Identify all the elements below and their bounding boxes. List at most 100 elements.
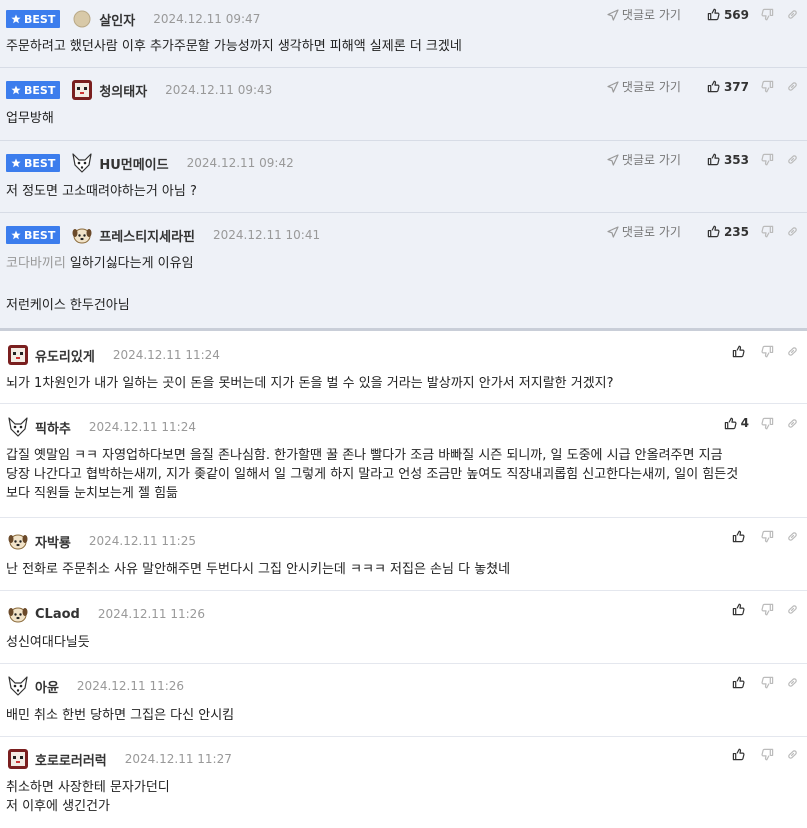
avatar[interactable]	[6, 343, 30, 367]
share-link-button[interactable]	[786, 530, 799, 543]
dislike-button[interactable]	[761, 530, 774, 543]
nickname[interactable]: 픽하추	[35, 418, 71, 437]
comment-date: 2024.12.11 11:27	[124, 752, 232, 766]
best-comment: BEST HU먼메이드 2024.12.11 09:42 댓글로 가기 353 …	[0, 141, 807, 213]
fox-avatar-icon	[8, 417, 28, 437]
send-icon	[607, 153, 619, 166]
link-icon	[788, 750, 797, 759]
share-link-button[interactable]	[786, 676, 799, 689]
avatar[interactable]	[6, 602, 30, 626]
share-link-button[interactable]	[786, 417, 799, 430]
avatar[interactable]	[6, 529, 30, 553]
reply-link[interactable]: 댓글로 가기	[607, 78, 681, 95]
nickname[interactable]: 아윤	[35, 677, 59, 696]
dislike-button[interactable]	[761, 345, 774, 358]
comment-actions: 댓글로 가기 235	[607, 223, 799, 240]
reply-link[interactable]: 댓글로 가기	[607, 223, 681, 240]
dislike-button[interactable]	[761, 417, 774, 430]
avatar[interactable]	[6, 415, 30, 439]
like-button[interactable]: 235	[707, 225, 749, 239]
dislike-button[interactable]	[761, 225, 774, 238]
reply-link[interactable]: 댓글로 가기	[607, 6, 681, 23]
dislike-button[interactable]	[761, 603, 774, 616]
thumbs-up-icon	[732, 530, 745, 543]
comment-body: 뇌가 1차원인가 내가 일하는 곳이 돈을 못버는데 지가 돈을 벌 수 있을 …	[6, 376, 614, 391]
thumbs-up-icon	[732, 345, 745, 358]
thumbs-down-icon	[761, 530, 774, 543]
avatar[interactable]	[6, 747, 30, 771]
nickname[interactable]: HU먼메이드	[99, 154, 168, 173]
comment-list: BEST 살인자 2024.12.11 09:47 댓글로 가기 569 주문하…	[0, 0, 807, 828]
like-button[interactable]	[732, 603, 749, 616]
link-icon	[788, 10, 797, 19]
thumbs-up-icon	[707, 80, 720, 93]
nickname[interactable]: 청의태자	[99, 81, 147, 100]
star-icon	[11, 230, 21, 240]
star-icon	[11, 85, 21, 95]
thumbs-up-icon	[707, 153, 720, 166]
avatar[interactable]	[70, 7, 94, 31]
avatar[interactable]	[70, 78, 94, 102]
comment-header: CLaod 2024.12.11 11:26	[6, 602, 205, 626]
comment-body: 배민 취소 한번 당하면 그집은 다신 안시킴	[6, 708, 235, 723]
best-badge: BEST	[6, 81, 61, 99]
comment-header: 호로로러러럭 2024.12.11 11:27	[6, 747, 232, 771]
reply-link[interactable]: 댓글로 가기	[607, 151, 681, 168]
share-link-button[interactable]	[786, 345, 799, 358]
thumbs-down-icon	[761, 225, 774, 238]
dislike-button[interactable]	[761, 8, 774, 21]
like-button[interactable]	[732, 345, 749, 358]
nickname[interactable]: CLaod	[35, 607, 80, 622]
comment-item: 유도리있게 2024.12.11 11:24 뇌가 1차원인가 내가 일하는 곳…	[0, 331, 807, 404]
comment-actions: 4	[712, 416, 799, 430]
like-button[interactable]	[732, 676, 749, 689]
pixel-face-avatar-icon	[8, 749, 28, 769]
avatar[interactable]	[70, 223, 94, 247]
comment-header: 자박룡 2024.12.11 11:25	[6, 529, 196, 553]
link-icon	[788, 347, 797, 356]
share-link-button[interactable]	[786, 603, 799, 616]
like-button[interactable]: 353	[707, 153, 749, 167]
thumbs-up-icon	[707, 225, 720, 238]
thumbs-up-icon	[732, 603, 745, 616]
nickname[interactable]: 호로로러러럭	[35, 750, 107, 769]
comment-item: 자박룡 2024.12.11 11:25 난 전화로 주문취소 사유 말안해주면…	[0, 518, 807, 591]
comment-header: 픽하추 2024.12.11 11:24	[6, 415, 196, 439]
share-link-button[interactable]	[786, 8, 799, 21]
link-icon	[788, 678, 797, 687]
dislike-button[interactable]	[761, 80, 774, 93]
comment-body: 코다바끼리 일하기싫다는게 이유임 저런케이스 한두건아님	[6, 256, 194, 313]
avatar[interactable]	[6, 674, 30, 698]
best-badge: BEST	[6, 10, 61, 28]
nickname[interactable]: 프레스티지세라핀	[99, 226, 195, 245]
send-icon	[607, 80, 619, 93]
nickname[interactable]: 살인자	[99, 10, 135, 29]
dislike-button[interactable]	[761, 676, 774, 689]
link-icon	[788, 605, 797, 614]
nickname[interactable]: 유도리있게	[35, 346, 95, 365]
thumbs-down-icon	[761, 345, 774, 358]
thumbs-down-icon	[761, 153, 774, 166]
share-link-button[interactable]	[786, 80, 799, 93]
comment-date: 2024.12.11 11:24	[112, 348, 220, 362]
nickname[interactable]: 자박룡	[35, 532, 71, 551]
share-link-button[interactable]	[786, 748, 799, 761]
comment-body: 저 정도면 고소때려야하는거 아님 ?	[6, 184, 197, 199]
like-button[interactable]: 569	[707, 8, 749, 22]
like-button[interactable]	[732, 748, 749, 761]
comment-actions	[720, 530, 799, 543]
star-icon	[11, 14, 21, 24]
mention-tag[interactable]: 코다바끼리	[6, 256, 66, 271]
like-count: 569	[723, 7, 749, 22]
like-button[interactable]: 4	[724, 416, 749, 430]
avatar[interactable]	[70, 151, 94, 175]
dislike-button[interactable]	[761, 153, 774, 166]
like-button[interactable]	[732, 530, 749, 543]
share-link-button[interactable]	[786, 153, 799, 166]
dislike-button[interactable]	[761, 748, 774, 761]
share-link-button[interactable]	[786, 225, 799, 238]
best-comment: BEST 프레스티지세라핀 2024.12.11 10:41 댓글로 가기 23…	[0, 213, 807, 331]
like-button[interactable]: 377	[707, 80, 749, 94]
comment-item: CLaod 2024.12.11 11:26 성신여대다닐듯	[0, 591, 807, 664]
thumbs-down-icon	[761, 748, 774, 761]
